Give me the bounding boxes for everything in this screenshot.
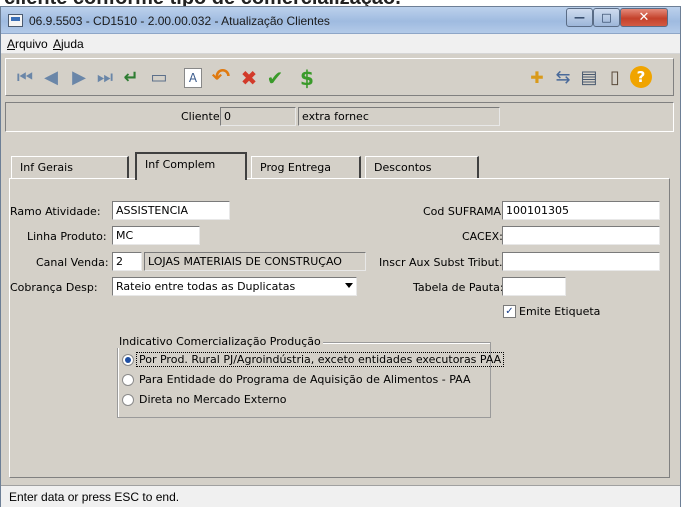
delete-icon[interactable]: ✖ [238,67,260,89]
cliente-name-field: extra fornec [298,107,500,126]
inscr-aux-label: Inscr Aux Subst Tribut.: [379,256,507,269]
tab-inf-gerais[interactable]: Inf Gerais [11,156,129,178]
emite-etiqueta-label: Emite Etiqueta [519,305,601,318]
tab-inf-complem[interactable]: Inf Complem [135,152,247,180]
network-icon[interactable]: ⇆ [552,67,574,89]
previous-icon[interactable]: ◀ [40,67,62,89]
cobranca-desp-select[interactable]: Rateio entre todas as Duplicatas [112,277,357,296]
tabela-pauta-field[interactable] [502,277,566,296]
ramo-atividade-label: Ramo Atividade: [10,205,101,218]
canal-venda-code-field[interactable]: 2 [112,252,142,271]
indicativo-option-radio-2[interactable] [122,394,134,406]
menu-arquivo[interactable]: Arquivo [7,37,48,51]
menu-bar: Arquivo Ajuda [1,34,680,54]
help-icon[interactable]: ? [630,66,652,88]
confirm-icon[interactable]: ✔ [264,67,286,89]
tab-panel-inf-complem [9,178,670,478]
cobranca-desp-label: Cobrança Desp: [10,281,98,294]
close-button[interactable]: ✕ [620,8,668,27]
maximize-button[interactable]: □ [593,8,620,27]
exit-icon[interactable]: ▯ [604,67,626,89]
indicativo-option-label-1[interactable]: Para Entidade do Programa de Aquisição d… [139,373,471,386]
print-icon[interactable]: ▤ [578,67,600,89]
app-icon [8,14,23,27]
cod-suframa-label: Cod SUFRAMA: [423,205,505,218]
zoom-icon[interactable]: ▭ [148,67,170,89]
return-icon[interactable]: ↵ [120,67,142,89]
window-title: 06.9.5503 - CD1510 - 2.00.00.032 - Atual… [29,14,330,28]
next-icon[interactable]: ▶ [68,67,90,89]
form-icon[interactable]: A [184,68,202,88]
tabela-pauta-label: Tabela de Pauta: [413,281,504,294]
cliente-extra-field [502,107,508,126]
cliente-panel: Cliente: 0 extra fornec [5,102,674,132]
canal-venda-label: Canal Venda: [36,256,109,269]
tab-prog-entrega[interactable]: Prog Entrega [251,156,361,178]
chevron-down-icon [345,283,353,288]
undo-icon[interactable]: ↶ [210,67,232,89]
ramo-atividade-field[interactable]: ASSISTENCIA [112,201,230,220]
last-icon[interactable]: ⏭ [94,67,116,89]
currency-icon[interactable]: $ [296,67,318,89]
tab-descontos[interactable]: Descontos [365,156,479,178]
status-bar: Enter data or press ESC to end. [1,485,680,507]
cobranca-desp-value: Rateio entre todas as Duplicatas [116,280,296,293]
indicativo-option-radio-0[interactable] [122,354,134,366]
emite-etiqueta-checkbox[interactable]: ✓ [503,305,516,318]
menu-ajuda[interactable]: Ajuda [53,37,84,51]
app-window: 06.9.5503 - CD1510 - 2.00.00.032 - Atual… [0,6,681,507]
first-icon[interactable]: ⏮ [14,67,36,89]
cliente-label: Cliente: [181,110,224,123]
indicativo-option-label-0[interactable]: Por Prod. Rural PJ/Agroindústria, exceto… [136,352,505,367]
linha-produto-field[interactable]: MC [112,226,200,245]
cacex-label: CACEX: [462,230,503,243]
folder-open-icon[interactable]: ✚ [526,67,548,89]
inscr-aux-field[interactable] [502,252,660,271]
linha-produto-label: Linha Produto: [27,230,107,243]
minimize-button[interactable]: — [566,8,593,27]
cacex-field[interactable] [502,226,660,245]
indicativo-option-radio-1[interactable] [122,374,134,386]
title-bar[interactable]: 06.9.5503 - CD1510 - 2.00.00.032 - Atual… [1,7,680,34]
indicativo-group-title: Indicativo Comercialização Produção [117,335,323,348]
indicativo-option-label-2[interactable]: Direta no Mercado Externo [139,393,286,406]
cliente-code-field: 0 [220,107,296,126]
toolbar: ⏮ ◀ ▶ ⏭ ↵ ▭ A ↶ ✖ ✔ $ ✚ ⇆ ▤ ▯ ? [5,58,674,96]
canal-venda-description: LOJAS MATERIAIS DE CONSTRUÇAO [144,252,366,271]
cod-suframa-field[interactable]: 100101305 [502,201,660,220]
